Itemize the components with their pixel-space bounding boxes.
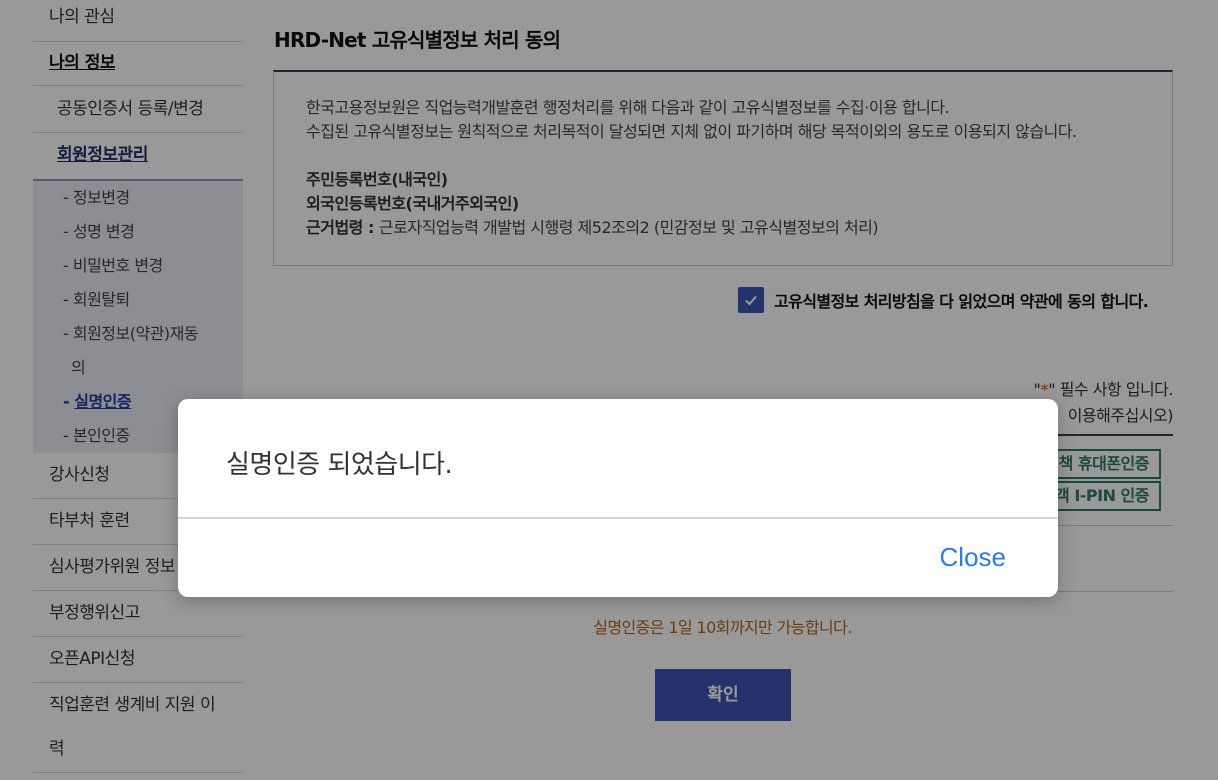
- dialog-divider: [178, 517, 1058, 519]
- modal-overlay[interactable]: [0, 0, 1218, 780]
- close-button[interactable]: Close: [940, 542, 1006, 573]
- alert-dialog: 실명인증 되었습니다. Close: [178, 399, 1058, 597]
- dialog-message: 실명인증 되었습니다.: [226, 450, 453, 480]
